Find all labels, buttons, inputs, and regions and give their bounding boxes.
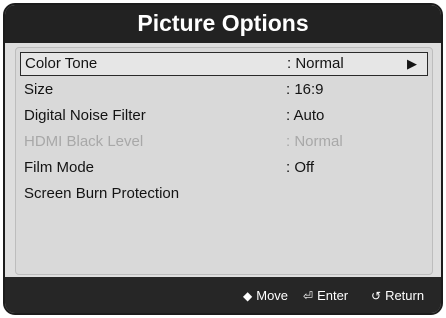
return-label: Return	[385, 288, 425, 303]
menu-item-label: Size	[24, 81, 54, 98]
nav-hint-bar: ◆ Move ⏎ Enter ↺ Return	[5, 277, 441, 313]
menu-item-film-mode[interactable]: Film Mode : Off	[20, 156, 428, 180]
enter-icon: ⏎	[303, 288, 314, 303]
enter-label: Enter	[317, 288, 349, 303]
menu-item-color-tone[interactable]: Color Tone : Normal ▶	[20, 52, 428, 76]
menu-item-label: HDMI Black Level	[24, 133, 144, 150]
move-icon: ◆	[243, 288, 253, 303]
menu-item-value: : Normal	[287, 55, 344, 72]
menu-item-value: : Auto	[286, 107, 325, 124]
menu-item-value: : Off	[286, 159, 315, 176]
menu-list: Color Tone : Normal ▶ Size : 16:9 Digita…	[15, 47, 433, 275]
menu-item-digital-noise-filter[interactable]: Digital Noise Filter : Auto	[20, 104, 428, 128]
enter-hint: ⏎ Enter	[303, 288, 348, 303]
menu-item-size[interactable]: Size : 16:9	[20, 78, 428, 102]
menu-item-value: : 16:9	[286, 81, 324, 98]
return-icon: ↺	[371, 288, 382, 303]
menu-item-label: Color Tone	[25, 55, 98, 72]
menu-item-label: Film Mode	[24, 159, 95, 176]
menu-item-screen-burn-protection[interactable]: Screen Burn Protection	[20, 182, 428, 206]
move-label: Move	[256, 288, 289, 303]
arrow-right-icon: ▶	[407, 56, 417, 71]
page-title: Picture Options	[5, 5, 441, 43]
move-hint: ◆ Move	[243, 288, 288, 303]
menu-item-hdmi-black-level: HDMI Black Level : Normal	[20, 130, 428, 154]
menu-item-label: Digital Noise Filter	[24, 107, 146, 124]
picture-options-panel: Picture Options Color Tone : Normal ▶ Si…	[3, 3, 443, 315]
return-hint: ↺ Return	[371, 288, 424, 303]
menu-item-value: : Normal	[286, 133, 343, 150]
menu-item-label: Screen Burn Protection	[24, 185, 180, 202]
